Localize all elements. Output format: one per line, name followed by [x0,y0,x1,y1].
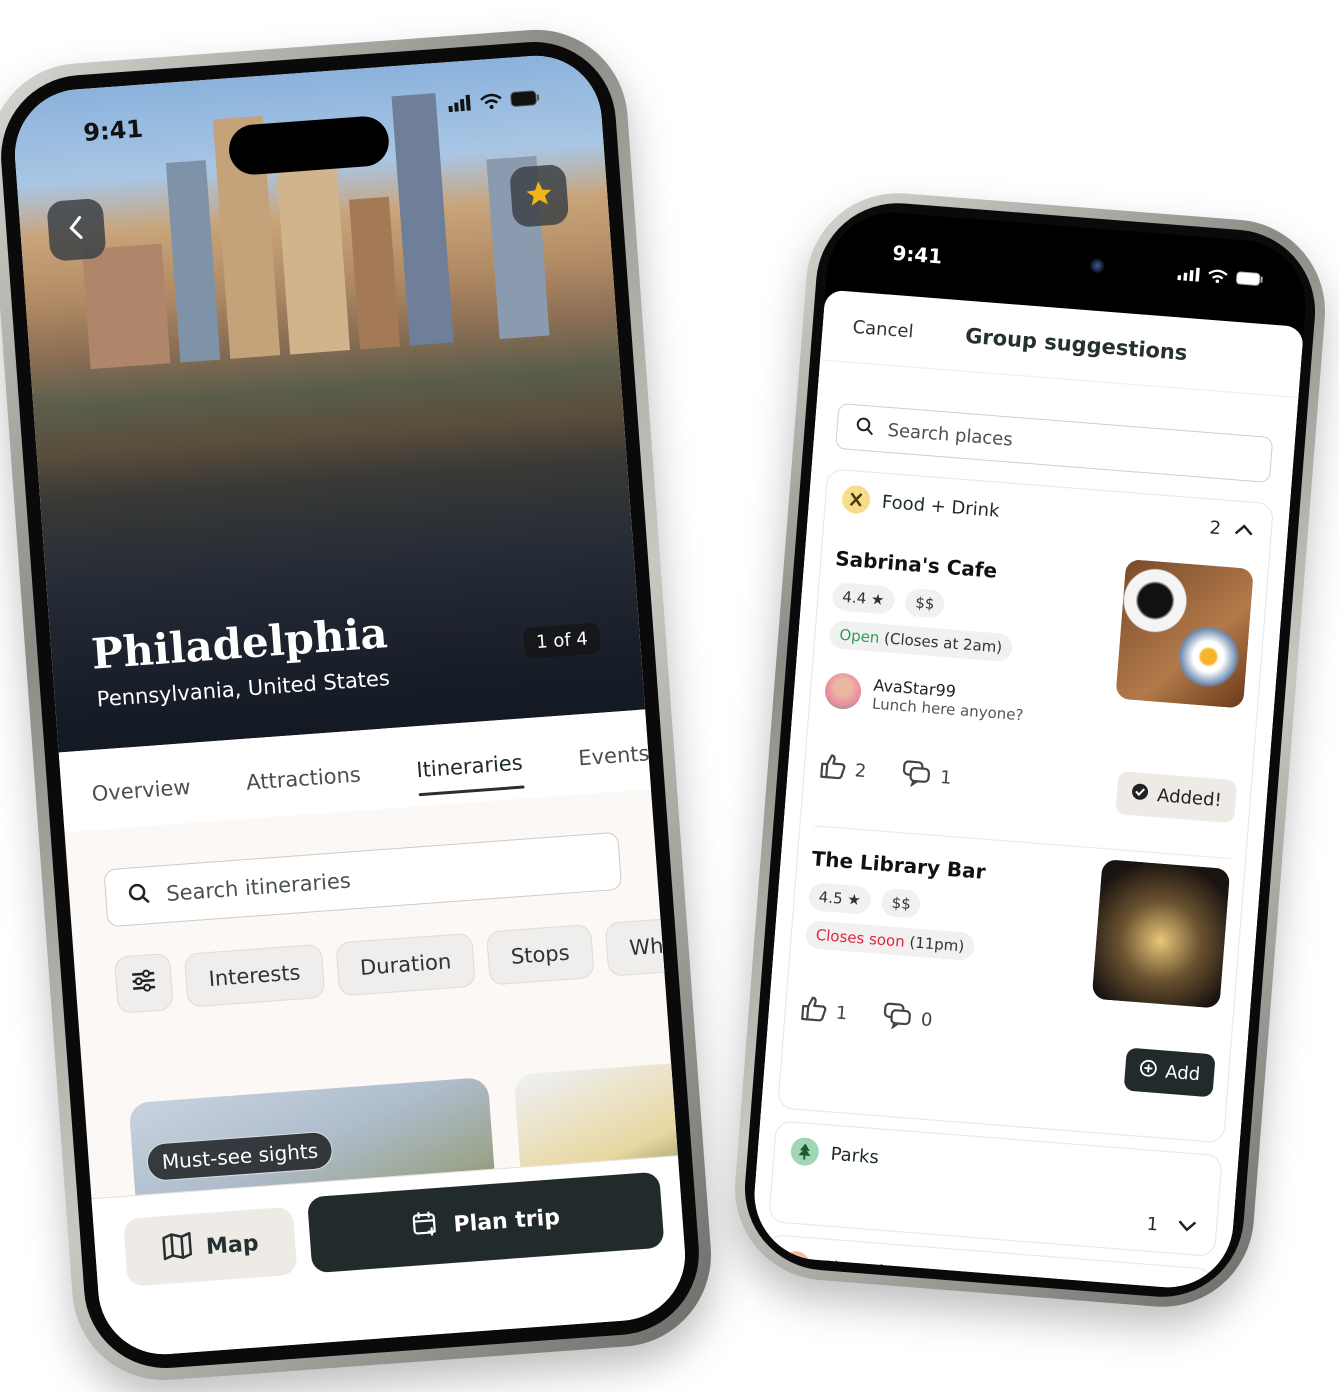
rating-value: 4.4 [841,587,867,608]
sliders-icon [130,969,158,1000]
place-name: Sabrina's Cafe [834,546,999,583]
photo-pager: 1 of 4 [523,622,601,660]
tab-overview[interactable]: Overview [91,775,193,830]
favorite-button[interactable] [509,163,570,228]
chevron-up-icon[interactable] [1232,519,1256,542]
tab-events[interactable]: Events [578,741,652,794]
wifi-icon [1207,268,1228,289]
search-places-input[interactable]: Search places [835,402,1274,483]
sheet-title: Group suggestions [964,323,1189,366]
avatar [823,671,863,711]
search-placeholder: Search itineraries [165,868,352,906]
star-icon: ★ [870,590,886,610]
group-name: Food + Drink [881,491,1001,522]
star-icon [523,178,555,214]
comment-count: 1 [939,767,953,789]
chevron-down-icon[interactable] [1175,1216,1199,1239]
comment: AvaStar99 Lunch here anyone? [823,671,1026,724]
hours-text: (11pm) [908,933,965,956]
plan-trip-label: Plan trip [452,1204,561,1238]
like-count: 2 [854,760,868,783]
destination-screen: 9:41 Philadelphia Pennsylvania, United S… [10,51,690,1359]
chat-bubbles-icon [882,1000,914,1035]
open-status: Open [838,625,881,647]
back-button[interactable] [46,197,107,262]
search-itineraries-input[interactable]: Search itineraries [103,831,623,928]
rating-pill: 4.4 ★ [831,582,896,615]
group-suggestions-screen: 9:41 Cancel Group suggestions Search pla… [749,207,1311,1293]
place-name: The Library Bar [810,846,987,884]
plan-trip-button[interactable]: Plan trip [306,1171,665,1274]
comment-count: 0 [920,1009,934,1032]
utensils-icon [841,484,872,515]
chip-stops[interactable]: Stops [486,923,595,986]
status-time: 9:41 [82,114,144,147]
price-pill: $$ [904,587,946,619]
chip-interests[interactable]: Interests [183,943,326,1008]
chevron-left-icon [65,214,87,245]
itinerary-tag: Must-see sights [145,1130,335,1183]
left-phone: 9:41 Philadelphia Pennsylvania, United S… [0,23,718,1387]
like-count: 1 [834,1002,849,1025]
add-label: Add [1164,1061,1201,1086]
place-photo [1091,859,1231,1009]
star-icon: ★ [846,890,862,910]
plus-circle-icon [1138,1059,1158,1083]
calendar-plus-icon [410,1209,440,1245]
signal-icon [1177,265,1200,286]
added-button[interactable]: Added! [1115,771,1238,824]
map-button[interactable]: Map [123,1206,298,1287]
wifi-icon [480,92,503,114]
chat-bubbles-icon [901,758,933,793]
group-count: 2 [1208,516,1222,539]
check-circle-icon [1130,782,1150,806]
filter-settings-button[interactable] [113,952,174,1014]
like-button[interactable]: 1 [799,994,849,1031]
status-time: 9:41 [891,240,944,269]
group-food-drink: Food + Drink 2 Sabrina's Cafe 4.4 ★ $$ O… [777,468,1275,1144]
rating-pill: 4.5 ★ [807,882,872,915]
battery-icon [1235,270,1264,291]
thumbs-up-icon [818,752,849,787]
like-button[interactable]: 2 [818,752,868,789]
rating-value: 4.5 [818,887,844,908]
search-icon [127,882,151,911]
filter-chips: Interests Duration Stops When [113,913,690,1014]
hours-pill: Closes soon (11pm) [804,920,976,962]
added-label: Added! [1156,785,1223,812]
place-card: The Library Bar 4.5 ★ $$ Closes soon (11… [791,826,1231,1158]
map-label: Map [205,1230,260,1260]
hours-text: (Closes at 2am) [883,629,1003,657]
map-icon [161,1231,193,1267]
battery-icon [510,89,541,111]
price-pill: $$ [880,887,922,919]
chip-duration[interactable]: Duration [335,932,477,997]
tab-attractions[interactable]: Attractions [245,762,363,818]
group-name: Parks [829,1143,880,1168]
thumbs-up-icon [799,994,830,1029]
comments-button[interactable]: 1 [901,758,953,795]
closing-status: Closes soon [815,925,906,951]
hours-pill: Open (Closes at 2am) [828,619,1014,663]
right-phone: 9:41 Cancel Group suggestions Search pla… [728,186,1332,1314]
front-camera [1089,258,1105,274]
place-card: Sabrina's Cafe 4.4 ★ $$ Open (Closes at … [814,526,1255,860]
signal-icon [448,94,473,116]
comments-button[interactable]: 0 [882,1000,934,1037]
suggestions-sheet: Cancel Group suggestions Search places F… [749,289,1305,1293]
group-count: 1 [1145,1213,1159,1236]
cancel-button[interactable]: Cancel [852,316,914,342]
search-icon [855,416,875,440]
add-button[interactable]: Add [1123,1047,1216,1098]
search-placeholder: Search places [886,419,1014,451]
tree-icon [789,1136,820,1167]
place-photo [1115,558,1254,709]
tab-itineraries[interactable]: Itineraries [416,751,526,807]
